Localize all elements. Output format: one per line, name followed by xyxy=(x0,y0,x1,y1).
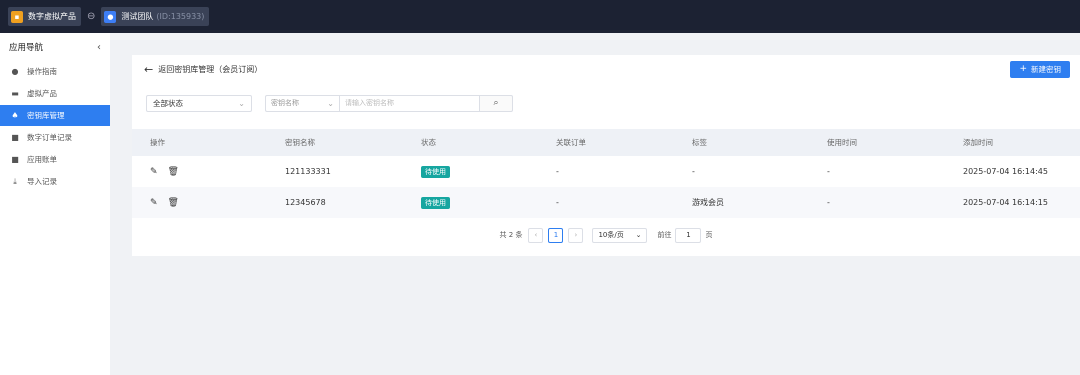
filter-bar: 全部状态 ⌄ 密钥名称 ⌄ ⌕ xyxy=(132,83,1080,123)
delete-icon[interactable]: 🗑 xyxy=(168,167,179,177)
sidebar-item-app-bills[interactable]: ■ 应用账单 xyxy=(0,149,110,170)
column-header: 状态 xyxy=(421,138,436,147)
search-button[interactable]: ⌕ xyxy=(479,94,513,112)
column-header: 标签 xyxy=(692,138,707,147)
org-name: 测试团队 xyxy=(121,12,154,21)
new-key-button[interactable]: + 新建密钥 xyxy=(1010,60,1070,78)
column-header: 添加时间 xyxy=(963,138,993,147)
download-icon: ⤓ xyxy=(13,176,17,186)
sidebar-item-guide[interactable]: ● 操作指南 xyxy=(0,61,110,82)
status-badge: 待使用 xyxy=(421,165,450,178)
sidebar-item-virtual-products[interactable]: ▬ 虚拟产品 xyxy=(0,83,110,104)
sidebar-item-label: 数字订单记录 xyxy=(27,133,72,142)
sidebar-item-label: 应用账单 xyxy=(27,155,57,164)
org-id: (ID:135933) xyxy=(156,12,205,21)
key-name: 121133331 xyxy=(285,167,331,176)
org-switcher[interactable]: ● 测试团队 (ID:135933) xyxy=(101,7,210,26)
status-badge: 待使用 xyxy=(421,196,450,209)
key-tag: 游戏会员 xyxy=(692,198,724,207)
chevron-right-icon: › xyxy=(574,231,578,239)
chevron-left-icon: ‹ xyxy=(534,231,538,239)
sidebar-item-label: 虚拟产品 xyxy=(27,89,57,98)
search-icon: ⌕ xyxy=(493,98,499,108)
key-name: 12345678 xyxy=(285,198,326,207)
used-time: - xyxy=(827,167,830,176)
back-label: 返回密钥库管理（会员订阅） xyxy=(158,64,263,74)
document-icon: ■ xyxy=(11,155,19,164)
sidebar-item-label: 密钥库管理 xyxy=(27,111,65,120)
table-header: 操作 密钥名称 状态 关联订单 标签 使用时间 添加时间 xyxy=(132,129,1080,156)
sidebar: 应用导航 ‹ ● 操作指南 ▬ 虚拟产品 ♠ 密钥库管理 ■ 数字订单记录 ■ … xyxy=(0,33,110,375)
link-icon: ⊖ xyxy=(87,11,96,22)
delete-icon[interactable]: 🗑 xyxy=(168,198,179,208)
app-switcher[interactable]: ▪ 数字虚拟产品 xyxy=(8,7,81,26)
used-time: - xyxy=(827,198,830,207)
related-order: - xyxy=(556,167,559,176)
clipboard-icon: ■ xyxy=(11,133,19,142)
table-row: ✎ 🗑 12345678 待使用 - 游戏会员 - 2025-07-04 16:… xyxy=(132,187,1080,218)
status-select-value: 全部状态 xyxy=(153,98,183,108)
table-row: ✎ 🗑 121133331 待使用 - - - 2025-07-04 16:14… xyxy=(132,156,1080,187)
status-cell: 待使用 xyxy=(403,196,538,209)
chevron-down-icon: ⌄ xyxy=(238,98,245,108)
total-count: 共 2 条 xyxy=(499,231,523,239)
goto-page-input[interactable]: 1 xyxy=(675,227,702,243)
sidebar-item-label: 操作指南 xyxy=(27,67,57,76)
column-header: 关联订单 xyxy=(556,138,586,147)
app-name: 数字虚拟产品 xyxy=(28,12,76,21)
pagination: 共 2 条 ‹ 1 › 10条/页 ⌄ 前往 1 页 xyxy=(132,225,1080,245)
sidebar-item-label: 导入记录 xyxy=(27,177,57,186)
search-field-select[interactable]: 密钥名称 ⌄ xyxy=(265,94,339,112)
search-group: 密钥名称 ⌄ ⌕ xyxy=(265,94,513,112)
status-cell: 待使用 xyxy=(403,165,538,178)
top-bar: ▪ 数字虚拟产品 ⊖ ● 测试团队 (ID:135933) xyxy=(0,0,1080,33)
search-field-value: 密钥名称 xyxy=(271,99,299,107)
user-icon: ● xyxy=(104,10,117,23)
main-panel: ← 返回密钥库管理（会员订阅） + 新建密钥 全部状态 ⌄ 密钥名称 ⌄ ⌕ 操… xyxy=(132,55,1080,256)
key-tag: - xyxy=(692,167,695,176)
folder-icon: ▪ xyxy=(11,10,23,23)
page-suffix: 页 xyxy=(705,231,713,239)
added-time: 2025-07-04 16:14:15 xyxy=(963,198,1048,207)
row-actions: ✎ 🗑 xyxy=(132,167,267,177)
sidebar-item-digital-orders[interactable]: ■ 数字订单记录 xyxy=(0,127,110,148)
keys-table: 操作 密钥名称 状态 关联订单 标签 使用时间 添加时间 ✎ 🗑 1211333… xyxy=(132,129,1080,218)
column-header: 密钥名称 xyxy=(285,138,315,147)
sidebar-item-key-library[interactable]: ♠ 密钥库管理 xyxy=(0,105,110,126)
edit-icon[interactable]: ✎ xyxy=(150,167,158,177)
goto-label: 前往 xyxy=(657,231,672,239)
panel-header: ← 返回密钥库管理（会员订阅） + 新建密钥 xyxy=(132,55,1080,83)
new-key-label: 新建密钥 xyxy=(1031,64,1061,74)
guide-icon: ● xyxy=(11,67,19,76)
folder-icon: ▬ xyxy=(11,89,19,98)
sidebar-header: 应用导航 ‹ xyxy=(0,33,110,61)
chevron-down-icon: ⌄ xyxy=(635,231,642,239)
prev-page-button[interactable]: ‹ xyxy=(528,227,544,243)
back-link[interactable]: ← 返回密钥库管理（会员订阅） xyxy=(144,63,262,76)
plus-icon: + xyxy=(1019,64,1027,74)
related-order: - xyxy=(556,198,559,207)
key-icon: ♠ xyxy=(11,111,19,120)
page-number-button[interactable]: 1 xyxy=(548,227,564,243)
added-time: 2025-07-04 16:14:45 xyxy=(963,167,1048,176)
status-select[interactable]: 全部状态 ⌄ xyxy=(146,94,252,112)
page-size-value: 10条/页 xyxy=(598,231,624,239)
row-actions: ✎ 🗑 xyxy=(132,198,267,208)
sidebar-title: 应用导航 xyxy=(9,43,44,53)
chevron-down-icon: ⌄ xyxy=(327,98,334,108)
page-size-select[interactable]: 10条/页 ⌄ xyxy=(592,227,648,243)
search-input[interactable] xyxy=(339,94,479,112)
collapse-chevron-icon[interactable]: ‹ xyxy=(97,42,101,53)
sidebar-item-import-records[interactable]: ⤓ 导入记录 xyxy=(0,171,110,192)
back-arrow-icon: ← xyxy=(144,62,154,76)
column-header: 使用时间 xyxy=(827,138,857,147)
column-header: 操作 xyxy=(150,138,165,147)
edit-icon[interactable]: ✎ xyxy=(150,198,158,208)
next-page-button[interactable]: › xyxy=(568,227,584,243)
